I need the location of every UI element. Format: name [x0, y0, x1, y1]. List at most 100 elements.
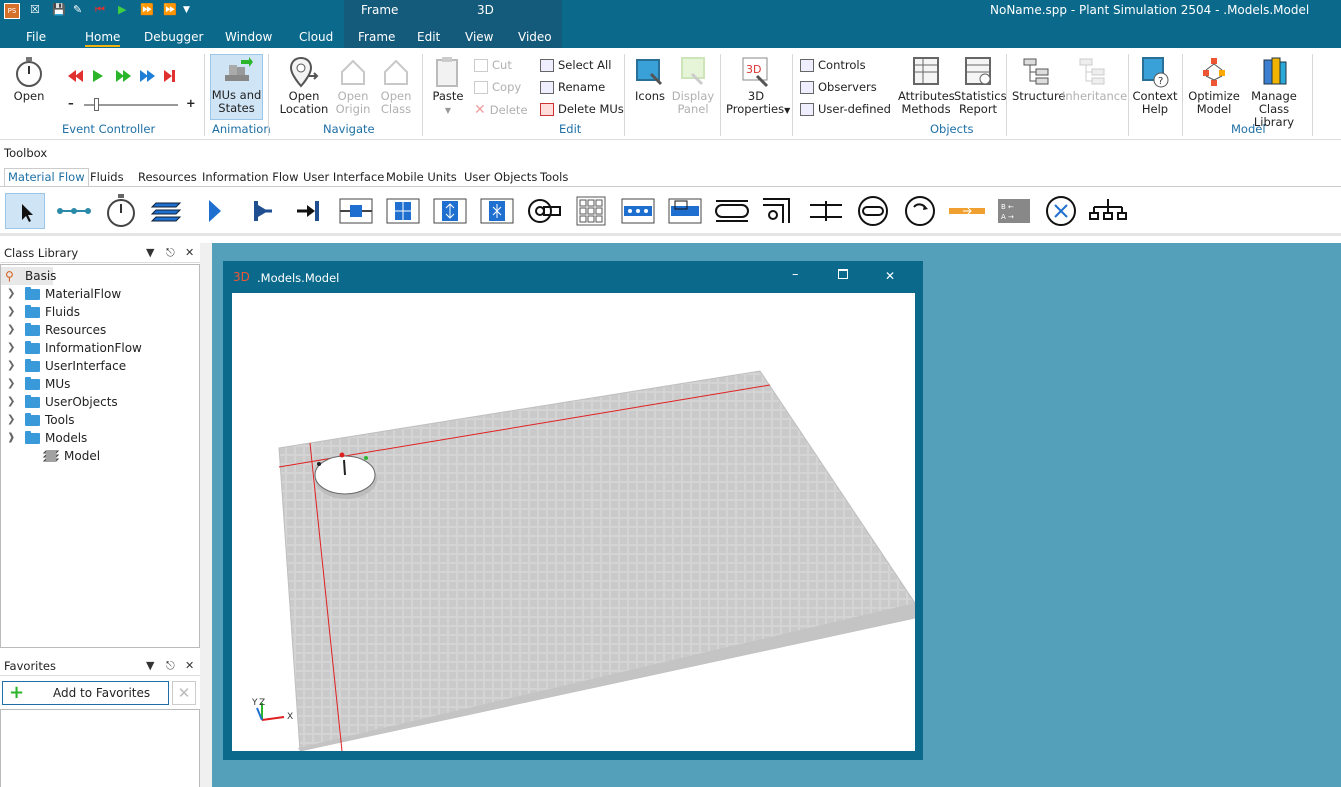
toolbox-tab-user-objects[interactable]: User Objects: [464, 170, 537, 184]
exit-strategy-tool[interactable]: [1041, 193, 1081, 229]
panel-splitter[interactable]: [200, 243, 212, 787]
tab-file[interactable]: File: [26, 30, 46, 44]
chevron-right-icon[interactable]: ❯: [7, 303, 15, 321]
tab-window[interactable]: Window: [225, 30, 272, 44]
context-help-button[interactable]: ? Context Help: [1132, 56, 1178, 116]
optimize-model-button[interactable]: Optimize Model: [1188, 56, 1240, 116]
angular-converter-tool[interactable]: [759, 193, 799, 229]
paste-button[interactable]: Paste ▼: [430, 56, 466, 117]
single-proc-tool[interactable]: [336, 193, 376, 229]
chevron-right-icon[interactable]: ❯: [7, 375, 15, 393]
drain-tool[interactable]: [289, 193, 329, 229]
tab-video[interactable]: Video: [518, 30, 552, 44]
icons-button[interactable]: Icons: [632, 56, 668, 103]
3d-viewport[interactable]: Y Z X: [232, 293, 915, 751]
tree-node-informationflow[interactable]: ❯ InformationFlow: [1, 339, 201, 357]
close-file-icon[interactable]: ☒: [30, 3, 40, 17]
tree-node-basis[interactable]: ⚲ Basis: [1, 267, 56, 285]
toolbox-tab-resources[interactable]: Resources: [138, 170, 197, 184]
turnplate-tool[interactable]: [900, 193, 940, 229]
tab-home[interactable]: Home: [85, 30, 121, 47]
start-icon[interactable]: ▶: [118, 3, 126, 17]
chevron-right-icon[interactable]: ❯: [7, 321, 15, 339]
speed-slider[interactable]: [84, 98, 178, 111]
chevron-right-icon[interactable]: ❯: [7, 357, 15, 375]
delete-mus-button[interactable]: Delete MUs: [540, 102, 624, 116]
open-origin-button[interactable]: Open Origin: [332, 56, 374, 116]
remove-favorite-button[interactable]: ✕: [172, 681, 196, 705]
source-tool[interactable]: [242, 193, 282, 229]
open-location-button[interactable]: Open Location: [278, 56, 330, 116]
transfer-station-tool[interactable]: [947, 193, 987, 229]
interface-tool[interactable]: [195, 193, 235, 229]
display-panel-button[interactable]: Display Panel: [670, 56, 716, 116]
chevron-down-icon[interactable]: ❱: [7, 429, 15, 447]
tab-frame[interactable]: Frame: [358, 30, 395, 44]
add-to-favorites-button[interactable]: + Add to Favorites: [2, 681, 169, 705]
manage-class-library-button[interactable]: Manage Class Library: [1240, 56, 1308, 129]
frame-tool[interactable]: [148, 193, 188, 229]
tab-edit[interactable]: Edit: [417, 30, 440, 44]
select-all-button[interactable]: Select All: [540, 58, 611, 72]
hierarchy-tool[interactable]: [1088, 193, 1128, 229]
chevron-right-icon[interactable]: ❯: [7, 393, 15, 411]
favorites-pin-icon[interactable]: ⎋: [166, 656, 175, 676]
tab-debugger[interactable]: Debugger: [144, 30, 203, 44]
parallel-proc-tool[interactable]: [383, 193, 423, 229]
cycle-tool[interactable]: [665, 193, 705, 229]
toolbox-tab-tools[interactable]: Tools: [540, 170, 568, 184]
sorter-tool[interactable]: [618, 193, 658, 229]
rename-button[interactable]: Rename: [540, 80, 605, 94]
maximize-icon[interactable]: [838, 269, 848, 279]
tree-node-materialflow[interactable]: ❯ MaterialFlow: [1, 285, 201, 303]
event-controller-tool[interactable]: [101, 193, 141, 229]
toolbox-tab-information-flow[interactable]: Information Flow: [202, 170, 298, 184]
chevron-right-icon[interactable]: ❯: [7, 411, 15, 429]
speed-decrease-button[interactable]: –: [68, 96, 74, 110]
close-window-icon[interactable]: ✕: [885, 269, 895, 283]
dismantle-tool[interactable]: [477, 193, 517, 229]
toolbox-tab-user-interface[interactable]: User Interface: [303, 170, 384, 184]
tree-node-models[interactable]: ❱ Models: [1, 429, 201, 447]
buffer-tool[interactable]: [571, 193, 611, 229]
toolbox-tab-fluids[interactable]: Fluids: [90, 170, 124, 184]
3d-properties-button[interactable]: 3D 3D Properties▼: [726, 56, 790, 117]
favorites-close-icon[interactable]: ✕: [185, 656, 194, 676]
speed-increase-button[interactable]: +: [186, 96, 196, 110]
open-event-controller-button[interactable]: Open: [10, 56, 48, 103]
class-library-menu-icon[interactable]: ▼: [146, 243, 154, 263]
favorites-menu-icon[interactable]: ▼: [146, 656, 154, 676]
copy-button[interactable]: Copy: [474, 80, 521, 94]
edit-icon[interactable]: ✎: [73, 3, 82, 17]
turntable-tool[interactable]: [853, 193, 893, 229]
attributes-methods-button[interactable]: Attributes Methods: [898, 56, 955, 116]
flow-control-tool[interactable]: B ← A →: [994, 193, 1034, 229]
chevron-right-icon[interactable]: ❯: [7, 339, 15, 357]
tree-node-tools[interactable]: ❯ Tools: [1, 411, 201, 429]
tree-node-model[interactable]: Model: [1, 447, 201, 465]
statistics-report-button[interactable]: Statistics Report: [954, 56, 1007, 116]
assembly-tool[interactable]: [430, 193, 470, 229]
track-tool[interactable]: [806, 193, 846, 229]
line-tool[interactable]: [712, 193, 752, 229]
tab-cloud[interactable]: Cloud: [299, 30, 333, 44]
store-tool[interactable]: [524, 193, 564, 229]
customize-qa-icon[interactable]: ▼: [183, 3, 190, 17]
controls-button[interactable]: Controls: [800, 58, 866, 72]
tree-node-fluids[interactable]: ❯ Fluids: [1, 303, 201, 321]
class-library-close-icon[interactable]: ✕: [185, 243, 194, 263]
cut-button[interactable]: Cut: [474, 58, 512, 72]
inheritance-button[interactable]: Inheritance: [1062, 56, 1127, 103]
toolbox-tab-material-flow[interactable]: Material Flow: [4, 168, 89, 187]
delete-button[interactable]: ✕ Delete: [474, 102, 528, 118]
tree-node-userobjects[interactable]: ❯ UserObjects: [1, 393, 201, 411]
chevron-right-icon[interactable]: ❯: [7, 285, 15, 303]
user-defined-button[interactable]: User-defined: [800, 102, 891, 116]
tab-view[interactable]: View: [465, 30, 493, 44]
fast-forward-icon[interactable]: ⏩: [140, 3, 154, 17]
mus-and-states-button[interactable]: MUs and States: [210, 54, 263, 120]
save-icon[interactable]: 💾: [52, 3, 66, 17]
tree-node-mus[interactable]: ❯ MUs: [1, 375, 201, 393]
connector-tool[interactable]: [54, 193, 94, 229]
minimize-icon[interactable]: –: [792, 267, 799, 282]
